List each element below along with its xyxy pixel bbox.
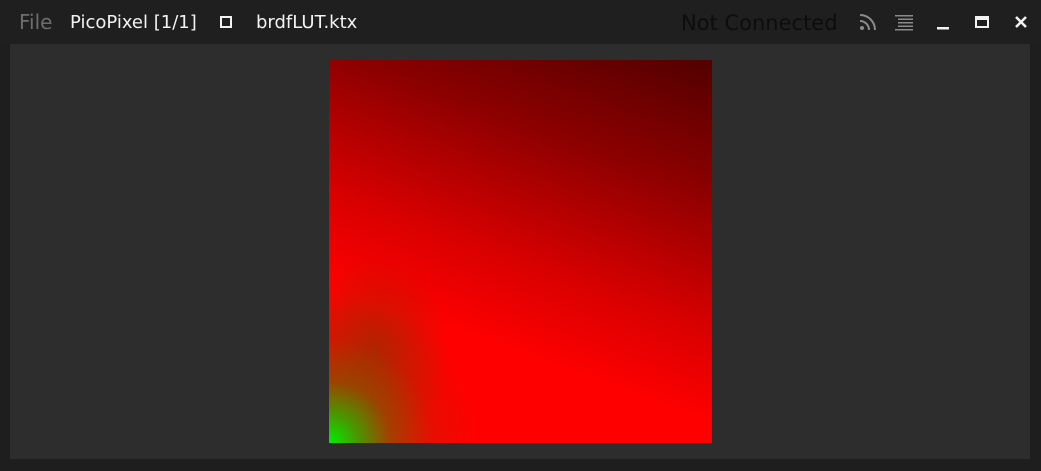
connection-status: Not Connected: [681, 11, 838, 35]
lut-green-gradient: [329, 60, 712, 443]
close-icon[interactable]: [1011, 12, 1031, 32]
minimize-icon[interactable]: [933, 12, 953, 32]
file-name-tab[interactable]: brdfLUT.ktx: [256, 10, 357, 36]
brdf-lut-texture: [329, 60, 712, 443]
app-title: PicoPixel [1/1]: [70, 12, 197, 33]
app-window: File PicoPixel [1/1] brdfLUT.ktx Not Con…: [0, 0, 1041, 471]
list-icon[interactable]: [894, 12, 914, 32]
rss-icon[interactable]: [858, 12, 878, 32]
file-menu[interactable]: File: [19, 9, 52, 35]
title-bar: File PicoPixel [1/1] brdfLUT.ktx Not Con…: [0, 0, 1041, 44]
square-icon[interactable]: [220, 16, 232, 28]
maximize-icon[interactable]: [972, 12, 992, 32]
